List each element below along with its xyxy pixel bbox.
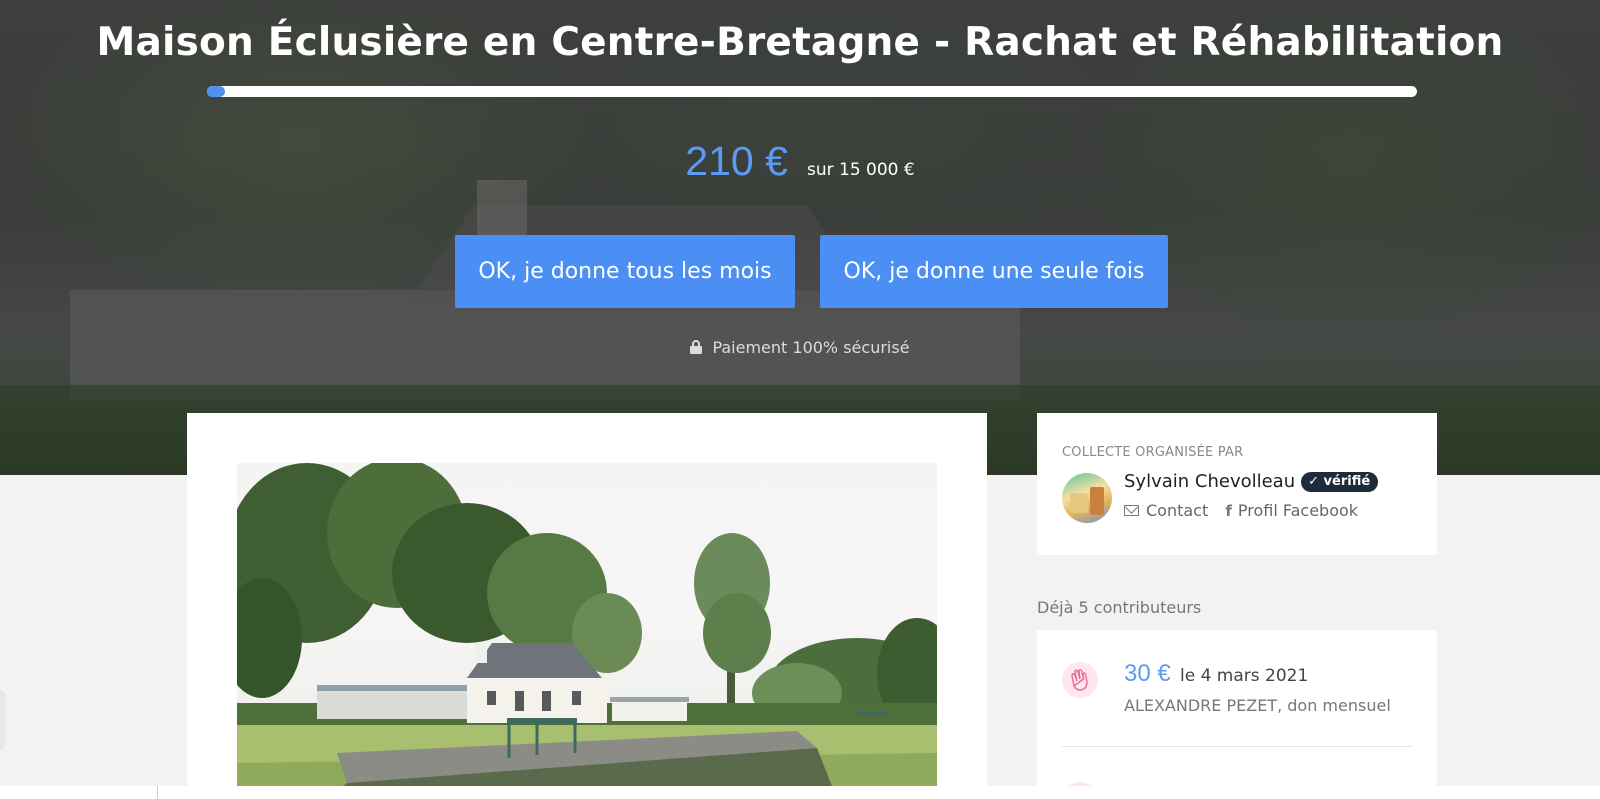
progress-bar-fill [207, 86, 225, 97]
contributor-name: ALEXANDRE PEZET, don mensuel [1124, 696, 1391, 715]
facebook-profile-link[interactable]: f Profil Facebook [1225, 501, 1358, 520]
bottom-bar [0, 786, 1600, 799]
bottom-divider [157, 786, 158, 799]
contributors-count: Déjà 5 contributeurs [1037, 598, 1202, 617]
avatar[interactable] [1062, 473, 1112, 523]
project-card [187, 413, 987, 799]
organizer-name[interactable]: Sylvain Chevolleau [1124, 471, 1295, 492]
donate-once-button[interactable]: OK, je donne une seule fois [820, 235, 1168, 308]
amount-raised: 210 € [685, 138, 788, 184]
lock-house-illustration [237, 463, 937, 799]
contact-link[interactable]: Contact [1124, 501, 1208, 520]
divider [1062, 746, 1412, 747]
clapping-hands-icon [1062, 662, 1098, 698]
campaign-title: Maison Éclusière en Centre-Bretagne - Ra… [96, 20, 1504, 65]
secure-payment-text: Paiement 100% sécurisé [712, 338, 910, 357]
verified-badge: ✓ vérifié [1301, 472, 1379, 492]
hero-banner: Maison Éclusière en Centre-Bretagne - Ra… [0, 0, 1600, 475]
organizer-card: Collecte organisée par Sylvain Chevollea… [1037, 413, 1437, 555]
secure-payment-note: Paiement 100% sécurisé [0, 338, 1600, 357]
list-item: 30 € le 4 mars 2021 ALEXANDRE PEZET, don… [1062, 660, 1412, 730]
lock-icon [690, 340, 703, 354]
facebook-icon: f [1225, 502, 1232, 520]
organizer-info: Sylvain Chevolleau ✓ vérifié Contact f Pro… [1062, 471, 1422, 529]
organizer-links: Contact f Profil Facebook [1124, 501, 1370, 520]
amount-goal: sur 15 000 € [806, 160, 915, 180]
contact-label: Contact [1146, 501, 1209, 520]
hero-background-chimney [477, 180, 527, 235]
contribution-amount: 30 € [1124, 660, 1171, 687]
donate-monthly-button[interactable]: OK, je donne tous les mois [455, 235, 795, 308]
contribution-date: le 4 mars 2021 [1180, 666, 1309, 686]
side-widget-edge [0, 690, 6, 750]
progress-bar [207, 86, 1417, 97]
organizer-heading: Collecte organisée par [1062, 445, 1244, 460]
organizer-name-line: Sylvain Chevolleau ✓ vérifié [1124, 471, 1379, 492]
amount-summary: 210 € sur 15 000 € [0, 138, 1600, 185]
envelope-icon [1124, 505, 1139, 516]
project-photo[interactable] [237, 463, 937, 799]
contributors-list: 30 € le 4 mars 2021 ALEXANDRE PEZET, don… [1037, 630, 1437, 799]
facebook-label: Profil Facebook [1237, 501, 1359, 520]
